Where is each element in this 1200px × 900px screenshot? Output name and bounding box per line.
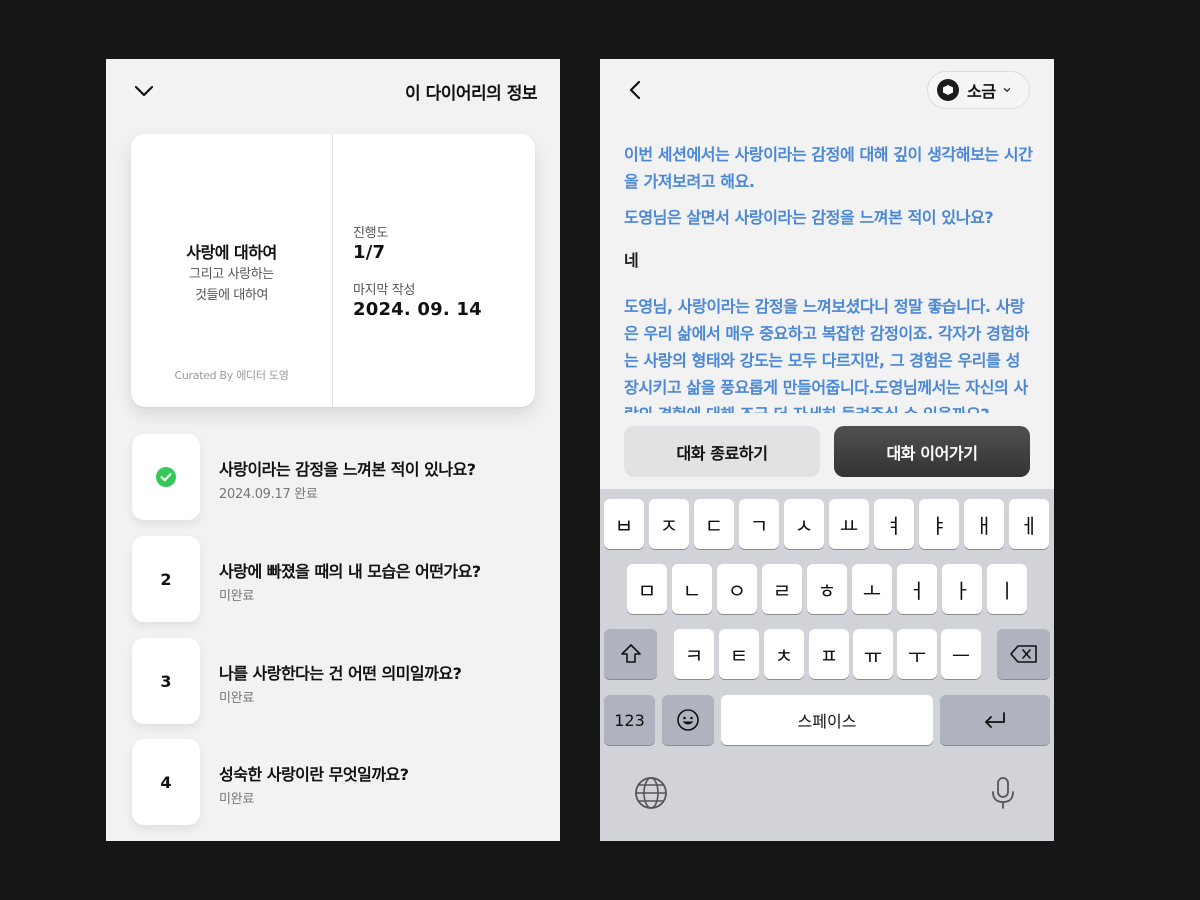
shift-key[interactable] (604, 629, 657, 679)
backspace-icon (1009, 645, 1037, 663)
key[interactable]: ㅋ (674, 629, 714, 679)
numbers-key[interactable]: 123 (604, 695, 655, 745)
model-selector[interactable]: 소금 (927, 71, 1030, 109)
question-number-badge: 3 (132, 638, 200, 724)
emoji-key[interactable] (662, 695, 714, 745)
key[interactable]: ㅁ (627, 564, 667, 614)
question-status: 미완료 (219, 792, 254, 807)
continue-conversation-button[interactable]: 대화 이어가기 (834, 426, 1030, 477)
question-item-4[interactable]: 4 성숙한 사랑이란 무엇일까요? 미완료 (132, 739, 532, 825)
key[interactable]: ㄷ (694, 499, 734, 549)
key[interactable]: ㅑ (919, 499, 959, 549)
key[interactable]: ㅕ (874, 499, 914, 549)
chevron-down-icon[interactable] (132, 79, 156, 103)
question-item-2[interactable]: 2 사랑에 빠졌을 때의 내 모습은 어떤가요? 미완료 (132, 536, 532, 622)
progress-label: 진행도 (353, 226, 388, 241)
return-icon (985, 712, 1005, 728)
korean-keyboard: ㅂ ㅈ ㄷ ㄱ ㅅ ㅛ ㅕ ㅑ ㅐ ㅔ ㅁ ㄴ ㅇ ㄹ ㅎ ㅗ ㅓ ㅏ ㅣ ㅋ … (600, 489, 1054, 841)
key[interactable]: ㅏ (942, 564, 982, 614)
question-number-badge: 4 (132, 739, 200, 825)
header: 이 다이어리의 정보 (106, 59, 560, 121)
key[interactable]: ㅣ (987, 564, 1027, 614)
question-title: 나를 사랑한다는 건 어떤 의미일까요? (219, 664, 462, 683)
key[interactable]: ㅅ (784, 499, 824, 549)
last-written-label: 마지막 작성 (353, 283, 416, 298)
key[interactable]: ㅡ (941, 629, 981, 679)
question-title: 사랑에 빠졌을 때의 내 모습은 어떤가요? (219, 562, 481, 581)
emoji-icon (677, 709, 699, 731)
user-message: 네 (624, 251, 639, 270)
diary-book-card[interactable]: 사랑에 대하여 그리고 사랑하는 것들에 대하여 Curated By 에디터 … (131, 134, 535, 407)
book-curator: Curated By 에디터 도영 (174, 369, 289, 382)
key[interactable]: ㅍ (809, 629, 849, 679)
question-title: 성숙한 사랑이란 무엇일까요? (219, 765, 409, 784)
shift-icon (620, 644, 641, 663)
key[interactable]: ㅗ (852, 564, 892, 614)
chat-messages[interactable]: 이번 세션에서는 사랑이라는 감정에 대해 깊이 생각해보는 시간을 가져보려고… (624, 141, 1034, 413)
question-item-3[interactable]: 3 나를 사랑한다는 건 어떤 의미일까요? 미완료 (132, 638, 532, 724)
last-written-value: 2024. 09. 14 (353, 299, 482, 320)
return-key[interactable] (940, 695, 1050, 745)
key[interactable]: ㅐ (964, 499, 1004, 549)
key[interactable]: ㅜ (897, 629, 937, 679)
key[interactable]: ㅇ (717, 564, 757, 614)
chevron-down-icon (1003, 88, 1011, 92)
key[interactable]: ㅈ (649, 499, 689, 549)
book-subtitle: 그리고 사랑하는 것들에 대하여 (131, 264, 332, 306)
chat-screen: 소금 이번 세션에서는 사랑이라는 감정에 대해 깊이 생각해보는 시간을 가져… (600, 59, 1054, 841)
book-spine-divider (332, 134, 333, 407)
question-status: 2024.09.17 완료 (219, 487, 318, 502)
key[interactable]: ㅂ (604, 499, 644, 549)
key[interactable]: ㅊ (764, 629, 804, 679)
question-status: 미완료 (219, 589, 254, 604)
diary-info-screen: 이 다이어리의 정보 사랑에 대하여 그리고 사랑하는 것들에 대하여 Cura… (106, 59, 560, 841)
ai-message: 도영님은 살면서 사랑이라는 감정을 느껴본 적이 있나요? (624, 208, 994, 227)
globe-icon[interactable] (633, 775, 669, 811)
key[interactable]: ㄱ (739, 499, 779, 549)
key[interactable]: ㄹ (762, 564, 802, 614)
key[interactable]: ㅔ (1009, 499, 1049, 549)
model-logo-icon (937, 79, 959, 101)
backspace-key[interactable] (997, 629, 1050, 679)
question-number-badge: 2 (132, 536, 200, 622)
ai-message: 도영님, 사랑이라는 감정을 느껴보셨다니 정말 좋습니다. 사랑은 우리 삶에… (624, 297, 1030, 413)
key[interactable]: ㅎ (807, 564, 847, 614)
check-circle-icon (156, 467, 176, 487)
progress-value: 1/7 (353, 242, 386, 263)
question-badge (132, 434, 200, 520)
page-title: 이 다이어리의 정보 (405, 84, 537, 104)
question-title: 사랑이라는 감정을 느껴본 적이 있나요? (219, 460, 476, 479)
question-status: 미완료 (219, 691, 254, 706)
key[interactable]: ㅛ (829, 499, 869, 549)
key[interactable]: ㄴ (672, 564, 712, 614)
model-name: 소금 (967, 82, 996, 101)
end-conversation-button[interactable]: 대화 종료하기 (624, 426, 820, 477)
space-key[interactable]: 스페이스 (721, 695, 933, 745)
book-title: 사랑에 대하여 (186, 243, 277, 262)
key[interactable]: ㅌ (719, 629, 759, 679)
microphone-icon[interactable] (985, 775, 1021, 811)
book-subtitle-line1: 그리고 사랑하는 (189, 267, 274, 282)
book-subtitle-line2: 것들에 대하여 (194, 288, 269, 303)
key[interactable]: ㅓ (897, 564, 937, 614)
ai-message: 이번 세션에서는 사랑이라는 감정에 대해 깊이 생각해보는 시간을 가져보려고… (624, 145, 1033, 191)
question-item-1[interactable]: 사랑이라는 감정을 느껴본 적이 있나요? 2024.09.17 완료 (132, 434, 532, 520)
chevron-left-icon[interactable] (624, 78, 648, 102)
key[interactable]: ㅠ (853, 629, 893, 679)
